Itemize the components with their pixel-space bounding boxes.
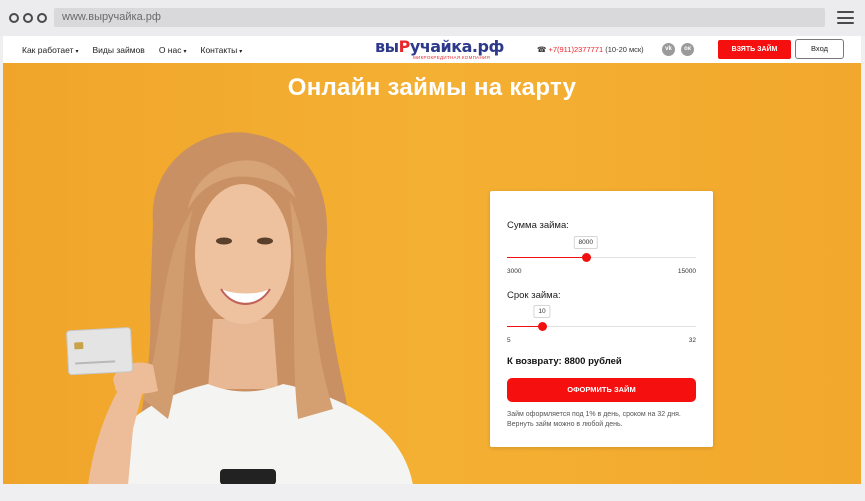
site-header: Как работает ▾ Виды займов О нас ▾ Контакт… [3,36,861,63]
term-range: 5 32 [507,337,696,344]
amount-slider-handle[interactable] [581,253,591,262]
menu-item-contacts[interactable]: Контакты ▾ [201,45,243,55]
browser-toolbar: www.выручайка.рф [0,0,865,36]
term-label: Срок займа: [507,290,561,301]
hero-woman-image [66,132,413,484]
take-loan-button[interactable]: ВЗЯТЬ ЗАЙМ [718,40,791,59]
amount-min: 3000 [507,268,522,275]
chevron-down-icon: ▾ [183,48,187,55]
loan-calculator: Сумма займа: 8000 3000 15000 Срок займа:… [490,191,713,447]
term-value-bubble: 10 [533,305,551,318]
close-window-icon[interactable] [9,13,19,23]
phone-icon: ☎ [537,45,547,54]
browser-menu-icon[interactable] [837,11,854,24]
term-slider-fill [507,326,542,327]
menu-item-about[interactable]: О нас ▾ [159,45,187,55]
browser-window: www.выручайка.рф Как работает ▾ Виды займ… [0,0,865,501]
minimize-window-icon[interactable] [23,13,33,23]
amount-value-bubble: 8000 [573,236,598,249]
amount-slider[interactable]: 8000 [507,236,696,262]
term-slider-handle[interactable] [538,322,547,331]
vk-icon[interactable]: vk [662,43,675,56]
amount-range: 3000 15000 [507,268,696,275]
phone-number[interactable]: +7(911)2377771 [548,45,603,54]
address-bar[interactable]: www.выручайка.рф [54,8,825,27]
term-slider[interactable]: 10 [507,305,696,331]
chevron-down-icon: ▾ [75,48,79,55]
amount-max: 15000 [677,268,696,275]
apply-loan-button[interactable]: ОФОРМИТЬ ЗАЙМ [507,378,696,402]
logo-subtitle: микрокредитная компания [413,55,491,60]
menu-item-how-it-works[interactable]: Как работает ▾ [22,45,79,55]
site-logo[interactable]: выРучайка.рф микрокредитная компания [375,39,504,61]
amount-label: Сумма займа: [507,220,569,231]
term-min: 5 [507,337,511,344]
hero-title: Онлайн займы на карту [287,74,577,101]
login-button[interactable]: Вход [795,39,844,59]
website: Как работает ▾ Виды займов О нас ▾ Контакт… [3,36,861,484]
ok-icon[interactable]: ок [681,43,694,56]
window-controls [9,13,47,23]
term-max: 32 [688,337,696,344]
maximize-window-icon[interactable] [37,13,47,23]
credit-card-icon [66,327,134,376]
loan-terms-note: Займ оформляется под 1% в день, сроком н… [507,411,681,428]
menu-item-loan-types[interactable]: Виды займов [93,45,145,55]
phone-contact[interactable]: ☎ +7(911)2377771 (10-20 мск) [537,36,644,63]
refund-amount: К возврату: 8800 рублей [507,356,622,367]
phone-hours: (10-20 мск) [605,45,644,54]
chevron-down-icon: ▾ [239,48,243,55]
main-menu: Как работает ▾ Виды займов О нас ▾ Контакт… [22,36,242,63]
amount-slider-fill [507,257,586,258]
